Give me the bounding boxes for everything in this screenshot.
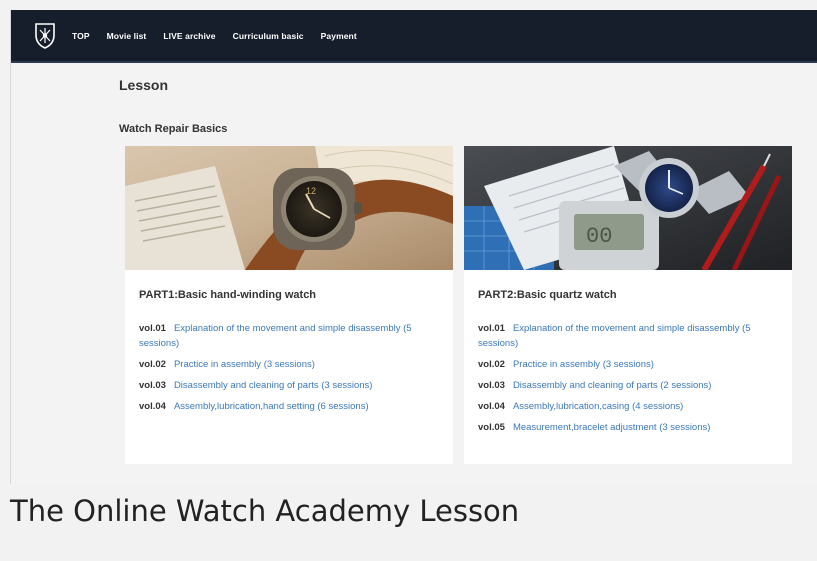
section-title: Watch Repair Basics	[119, 123, 228, 135]
part1-lesson-list: vol.01 Explanation of the movement and si…	[139, 321, 439, 420]
part2-lesson-vol04[interactable]: vol.04 Assembly,lubrication,casing (4 ses…	[478, 399, 778, 414]
part1-lesson-vol03[interactable]: vol.03 Disassembly and cleaning of parts …	[139, 378, 439, 393]
part1-lesson-vol01[interactable]: vol.01 Explanation of the movement and si…	[139, 321, 439, 351]
lesson-link[interactable]: Disassembly and cleaning of parts (3 ses…	[174, 380, 373, 391]
lesson-link[interactable]: Disassembly and cleaning of parts (2 ses…	[513, 380, 712, 391]
nav-payment[interactable]: Payment	[321, 31, 357, 41]
app-window: TOP Movie list LIVE archive Curriculum b…	[10, 10, 817, 484]
part1-title: PART1:Basic hand-winding watch	[139, 289, 317, 301]
hand-winding-watch-image: 12	[125, 146, 453, 270]
top-navbar: TOP Movie list LIVE archive Curriculum b…	[11, 10, 817, 63]
shield-crest-icon[interactable]	[33, 22, 57, 49]
quartz-watch-image: 00	[464, 146, 792, 270]
lesson-vol-label: vol.04	[478, 401, 505, 412]
lesson-vol-label: vol.02	[478, 359, 505, 370]
part2-lesson-vol02[interactable]: vol.02 Practice in assembly (3 sessions)	[478, 357, 778, 372]
lesson-vol-label: vol.01	[478, 323, 505, 334]
nav-curriculum-basic[interactable]: Curriculum basic	[233, 31, 304, 41]
lesson-link[interactable]: Explanation of the movement and simple d…	[478, 323, 751, 349]
nav-top[interactable]: TOP	[72, 31, 90, 41]
lesson-vol-label: vol.05	[478, 422, 505, 433]
lesson-vol-label: vol.01	[139, 323, 166, 334]
course-card-part1: 12 PART1:Basic hand-winding watch vol.01…	[125, 146, 453, 464]
page-title: Lesson	[119, 77, 169, 93]
lesson-link[interactable]: Explanation of the movement and simple d…	[139, 323, 412, 349]
svg-text:00: 00	[586, 224, 612, 249]
svg-text:12: 12	[306, 186, 316, 196]
lesson-vol-label: vol.02	[139, 359, 166, 370]
course-card-part2: 00 PART2:Basic quartz watch vol.01 Explan…	[464, 146, 792, 464]
lesson-link[interactable]: Assembly,lubrication,hand setting (6 ses…	[174, 401, 369, 412]
lesson-link[interactable]: Practice in assembly (3 sessions)	[513, 359, 654, 370]
lesson-link[interactable]: Practice in assembly (3 sessions)	[174, 359, 315, 370]
part2-lesson-vol03[interactable]: vol.03 Disassembly and cleaning of parts …	[478, 378, 778, 393]
lesson-link[interactable]: Assembly,lubrication,casing (4 sessions)	[513, 401, 683, 412]
lesson-vol-label: vol.03	[478, 380, 505, 391]
part1-lesson-vol04[interactable]: vol.04 Assembly,lubrication,hand setting …	[139, 399, 439, 414]
lesson-link[interactable]: Measurement,bracelet adjustment (3 sessi…	[513, 422, 710, 433]
part1-lesson-vol02[interactable]: vol.02 Practice in assembly (3 sessions)	[139, 357, 439, 372]
part2-lesson-vol01[interactable]: vol.01 Explanation of the movement and si…	[478, 321, 778, 351]
screenshot-caption: The Online Watch Academy Lesson	[10, 494, 520, 528]
nav-live-archive[interactable]: LIVE archive	[163, 31, 215, 41]
part2-lesson-vol05[interactable]: vol.05 Measurement,bracelet adjustment (3…	[478, 420, 778, 435]
lesson-vol-label: vol.04	[139, 401, 166, 412]
part2-title: PART2:Basic quartz watch	[478, 289, 617, 301]
part2-lesson-list: vol.01 Explanation of the movement and si…	[478, 321, 778, 441]
nav-movie-list[interactable]: Movie list	[107, 31, 147, 41]
lesson-vol-label: vol.03	[139, 380, 166, 391]
